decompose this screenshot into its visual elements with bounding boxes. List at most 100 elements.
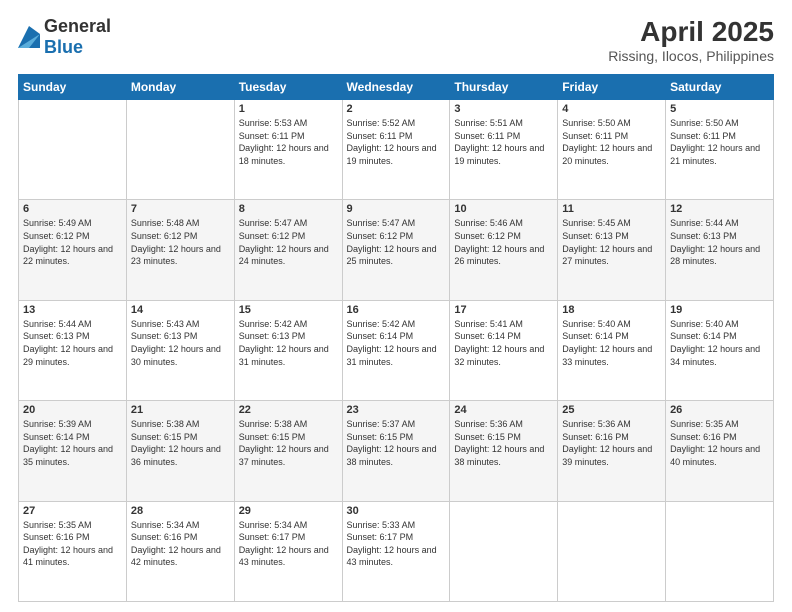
day-info-3-2: Sunrise: 5:38 AMSunset: 6:15 PMDaylight:…	[239, 418, 338, 468]
day-number-1-5: 11	[562, 203, 661, 215]
day-info-4-3: Sunrise: 5:33 AMSunset: 6:17 PMDaylight:…	[347, 519, 446, 569]
day-number-3-6: 26	[670, 404, 769, 416]
page: General Blue April 2025 Rissing, Ilocos,…	[0, 0, 792, 612]
day-number-1-4: 10	[454, 203, 553, 215]
col-sunday: Sunday	[19, 75, 127, 100]
day-cell-1-2: 8 Sunrise: 5:47 AMSunset: 6:12 PMDaylight…	[234, 200, 342, 300]
col-tuesday: Tuesday	[234, 75, 342, 100]
day-info-0-2: Sunrise: 5:53 AMSunset: 6:11 PMDaylight:…	[239, 117, 338, 167]
day-info-2-6: Sunrise: 5:40 AMSunset: 6:14 PMDaylight:…	[670, 318, 769, 368]
day-number-4-1: 28	[131, 505, 230, 517]
day-number-3-0: 20	[23, 404, 122, 416]
day-cell-3-4: 24 Sunrise: 5:36 AMSunset: 6:15 PMDayligh…	[450, 401, 558, 501]
day-info-0-3: Sunrise: 5:52 AMSunset: 6:11 PMDaylight:…	[347, 117, 446, 167]
week-row-3: 20 Sunrise: 5:39 AMSunset: 6:14 PMDayligh…	[19, 401, 774, 501]
calendar-table: Sunday Monday Tuesday Wednesday Thursday…	[18, 74, 774, 602]
day-number-2-6: 19	[670, 304, 769, 316]
day-cell-4-2: 29Sunrise: 5:34 AMSunset: 6:17 PMDayligh…	[234, 501, 342, 601]
day-info-1-3: Sunrise: 5:47 AMSunset: 6:12 PMDaylight:…	[347, 217, 446, 267]
day-info-2-2: Sunrise: 5:42 AMSunset: 6:13 PMDaylight:…	[239, 318, 338, 368]
day-number-3-1: 21	[131, 404, 230, 416]
day-cell-4-1: 28 Sunrise: 5:34 AMSunset: 6:16 PMDayligh…	[126, 501, 234, 601]
day-cell-2-1: 14Sunrise: 5:43 AMSunset: 6:13 PMDayligh…	[126, 300, 234, 400]
day-info-2-4: Sunrise: 5:41 AMSunset: 6:14 PMDaylight:…	[454, 318, 553, 368]
logo-blue: Blue	[44, 37, 83, 57]
day-info-3-5: Sunrise: 5:36 AMSunset: 6:16 PMDaylight:…	[562, 418, 661, 468]
col-thursday: Thursday	[450, 75, 558, 100]
day-cell-4-3: 30Sunrise: 5:33 AMSunset: 6:17 PMDayligh…	[342, 501, 450, 601]
logo: General Blue	[18, 16, 111, 58]
day-info-1-5: Sunrise: 5:45 AMSunset: 6:13 PMDaylight:…	[562, 217, 661, 267]
col-monday: Monday	[126, 75, 234, 100]
location: Rissing, Ilocos, Philippines	[608, 48, 774, 64]
day-number-3-4: 24	[454, 404, 553, 416]
title-block: April 2025 Rissing, Ilocos, Philippines	[608, 16, 774, 64]
day-cell-2-0: 13Sunrise: 5:44 AMSunset: 6:13 PMDayligh…	[19, 300, 127, 400]
day-info-3-1: Sunrise: 5:38 AMSunset: 6:15 PMDaylight:…	[131, 418, 230, 468]
day-number-2-2: 15	[239, 304, 338, 316]
day-cell-0-3: 2 Sunrise: 5:52 AMSunset: 6:11 PMDaylight…	[342, 100, 450, 200]
day-cell-3-0: 20 Sunrise: 5:39 AMSunset: 6:14 PMDayligh…	[19, 401, 127, 501]
day-cell-3-6: 26 Sunrise: 5:35 AMSunset: 6:16 PMDayligh…	[666, 401, 774, 501]
week-row-4: 27Sunrise: 5:35 AMSunset: 6:16 PMDayligh…	[19, 501, 774, 601]
day-cell-0-5: 4 Sunrise: 5:50 AMSunset: 6:11 PMDaylight…	[558, 100, 666, 200]
day-cell-1-0: 6Sunrise: 5:49 AMSunset: 6:12 PMDaylight…	[19, 200, 127, 300]
col-wednesday: Wednesday	[342, 75, 450, 100]
day-number-2-3: 16	[347, 304, 446, 316]
week-row-0: 1 Sunrise: 5:53 AMSunset: 6:11 PMDaylight…	[19, 100, 774, 200]
day-info-0-6: Sunrise: 5:50 AMSunset: 6:11 PMDaylight:…	[670, 117, 769, 167]
day-info-1-6: Sunrise: 5:44 AMSunset: 6:13 PMDaylight:…	[670, 217, 769, 267]
logo-general: General	[44, 16, 111, 36]
day-info-3-6: Sunrise: 5:35 AMSunset: 6:16 PMDaylight:…	[670, 418, 769, 468]
day-number-1-1: 7	[131, 203, 230, 215]
day-number-4-2: 29	[239, 505, 338, 517]
day-cell-2-3: 16Sunrise: 5:42 AMSunset: 6:14 PMDayligh…	[342, 300, 450, 400]
day-cell-0-4: 3Sunrise: 5:51 AMSunset: 6:11 PMDaylight…	[450, 100, 558, 200]
day-cell-4-5	[558, 501, 666, 601]
day-number-1-6: 12	[670, 203, 769, 215]
day-cell-2-5: 18 Sunrise: 5:40 AMSunset: 6:14 PMDayligh…	[558, 300, 666, 400]
day-number-3-5: 25	[562, 404, 661, 416]
day-number-3-2: 22	[239, 404, 338, 416]
day-cell-4-0: 27Sunrise: 5:35 AMSunset: 6:16 PMDayligh…	[19, 501, 127, 601]
day-cell-2-6: 19 Sunrise: 5:40 AMSunset: 6:14 PMDayligh…	[666, 300, 774, 400]
day-cell-4-6	[666, 501, 774, 601]
day-cell-0-6: 5Sunrise: 5:50 AMSunset: 6:11 PMDaylight…	[666, 100, 774, 200]
day-info-0-5: Sunrise: 5:50 AMSunset: 6:11 PMDaylight:…	[562, 117, 661, 167]
day-number-1-3: 9	[347, 203, 446, 215]
calendar-header-row: Sunday Monday Tuesday Wednesday Thursday…	[19, 75, 774, 100]
day-cell-1-1: 7 Sunrise: 5:48 AMSunset: 6:12 PMDaylight…	[126, 200, 234, 300]
day-number-0-4: 3	[454, 103, 553, 115]
day-info-3-4: Sunrise: 5:36 AMSunset: 6:15 PMDaylight:…	[454, 418, 553, 468]
day-cell-2-2: 15 Sunrise: 5:42 AMSunset: 6:13 PMDayligh…	[234, 300, 342, 400]
day-cell-1-6: 12 Sunrise: 5:44 AMSunset: 6:13 PMDayligh…	[666, 200, 774, 300]
col-saturday: Saturday	[666, 75, 774, 100]
day-cell-3-2: 22 Sunrise: 5:38 AMSunset: 6:15 PMDayligh…	[234, 401, 342, 501]
logo-text: General Blue	[44, 16, 111, 58]
day-cell-2-4: 17 Sunrise: 5:41 AMSunset: 6:14 PMDayligh…	[450, 300, 558, 400]
day-info-1-1: Sunrise: 5:48 AMSunset: 6:12 PMDaylight:…	[131, 217, 230, 267]
day-info-1-2: Sunrise: 5:47 AMSunset: 6:12 PMDaylight:…	[239, 217, 338, 267]
day-info-2-5: Sunrise: 5:40 AMSunset: 6:14 PMDaylight:…	[562, 318, 661, 368]
day-cell-3-3: 23Sunrise: 5:37 AMSunset: 6:15 PMDayligh…	[342, 401, 450, 501]
day-info-3-0: Sunrise: 5:39 AMSunset: 6:14 PMDaylight:…	[23, 418, 122, 468]
day-info-3-3: Sunrise: 5:37 AMSunset: 6:15 PMDaylight:…	[347, 418, 446, 468]
day-number-0-5: 4	[562, 103, 661, 115]
month-year: April 2025	[608, 16, 774, 48]
day-number-2-1: 14	[131, 304, 230, 316]
day-number-2-5: 18	[562, 304, 661, 316]
day-number-0-3: 2	[347, 103, 446, 115]
day-cell-0-0	[19, 100, 127, 200]
col-friday: Friday	[558, 75, 666, 100]
day-number-0-2: 1	[239, 103, 338, 115]
day-cell-4-4	[450, 501, 558, 601]
day-info-4-1: Sunrise: 5:34 AMSunset: 6:16 PMDaylight:…	[131, 519, 230, 569]
logo-icon	[18, 26, 40, 48]
day-number-2-0: 13	[23, 304, 122, 316]
day-cell-0-1	[126, 100, 234, 200]
day-info-1-0: Sunrise: 5:49 AMSunset: 6:12 PMDaylight:…	[23, 217, 122, 267]
day-number-2-4: 17	[454, 304, 553, 316]
header: General Blue April 2025 Rissing, Ilocos,…	[18, 16, 774, 64]
day-number-1-2: 8	[239, 203, 338, 215]
week-row-2: 13Sunrise: 5:44 AMSunset: 6:13 PMDayligh…	[19, 300, 774, 400]
